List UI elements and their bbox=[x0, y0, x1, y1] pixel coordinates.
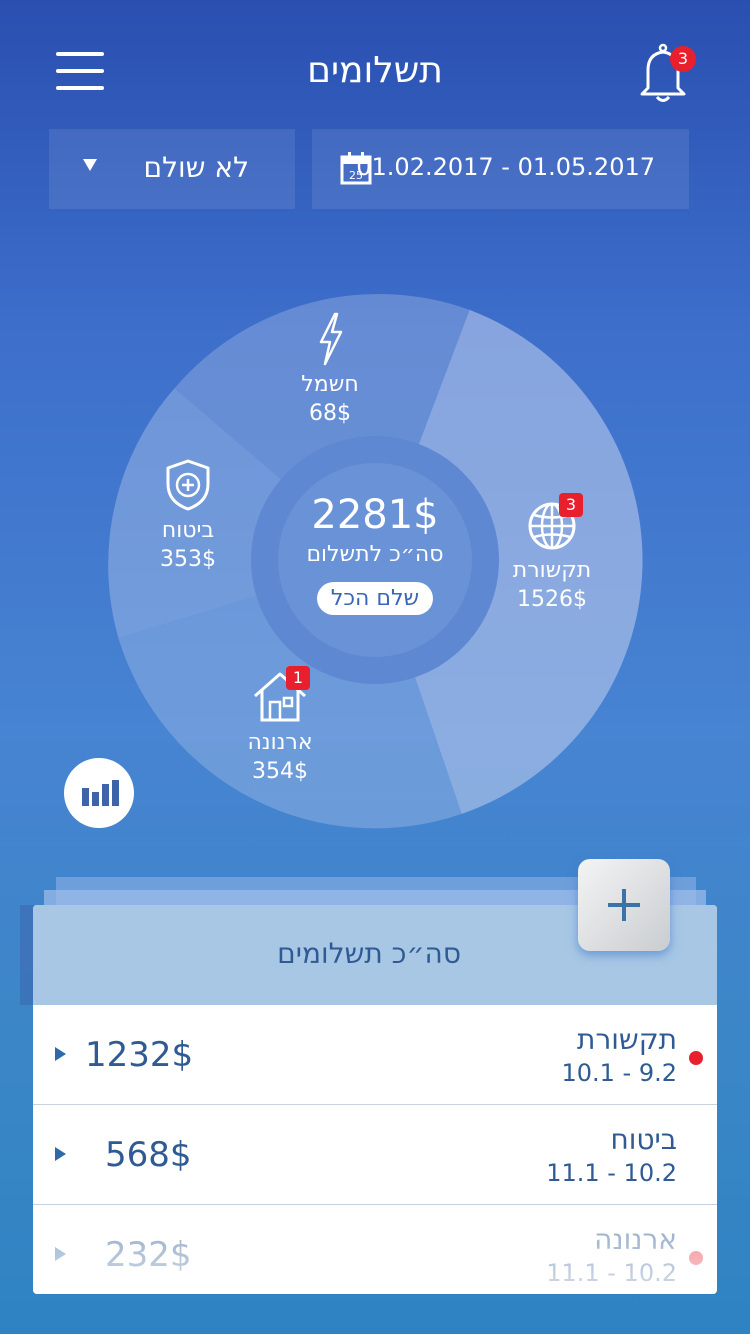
segment-label: ביטוח bbox=[161, 518, 215, 543]
donut-center-summary: 2281$ סה״כ לתשלום שלם הכל bbox=[252, 490, 498, 615]
total-label: סה״כ לתשלום bbox=[306, 542, 444, 567]
segment-label: תקשורת bbox=[512, 558, 592, 583]
status-filter-dropdown[interactable]: לא שולם bbox=[49, 129, 295, 209]
payment-amount: 1232$ bbox=[85, 1035, 194, 1075]
add-payment-button[interactable] bbox=[578, 859, 670, 951]
status-filter-value: לא שולם bbox=[143, 151, 250, 184]
bar-chart-button[interactable] bbox=[64, 758, 134, 828]
payment-amount: 232$ bbox=[105, 1235, 192, 1275]
payment-name: ארנונה bbox=[594, 1223, 677, 1256]
payment-row[interactable]: 232$ ארנונה 11.1 - 10.2 bbox=[33, 1205, 717, 1294]
property-tax-badge: 1 bbox=[286, 666, 310, 690]
payment-name: ביטוח bbox=[610, 1123, 677, 1156]
shield-plus-icon bbox=[166, 459, 210, 511]
segment-label: חשמל bbox=[301, 372, 359, 397]
segment-amount: 353$ bbox=[160, 547, 216, 572]
payment-range: 10.1 - 9.2 bbox=[561, 1059, 677, 1087]
payments-list-card: סה״כ תשלומים 1232$ תקשורת 10.1 - 9.2 568… bbox=[33, 905, 717, 1294]
payment-name: תקשורת bbox=[577, 1023, 677, 1056]
date-range-value: 01.02.2017 - 01.05.2017 bbox=[356, 153, 655, 181]
segment-insurance[interactable]: ביטוח 353$ bbox=[146, 458, 230, 574]
segment-label: ארנונה bbox=[247, 730, 313, 755]
date-range-picker[interactable]: 25 01.02.2017 - 01.05.2017 bbox=[312, 129, 689, 209]
communication-badge: 3 bbox=[559, 493, 583, 517]
plus-icon bbox=[622, 889, 626, 921]
chevron-right-icon bbox=[55, 1147, 66, 1161]
app-header: תשלומים 3 bbox=[0, 0, 750, 140]
bar-chart-icon bbox=[102, 784, 109, 806]
bar-chart-icon bbox=[82, 788, 89, 806]
segment-communication[interactable]: תקשורת 1526$ bbox=[510, 500, 594, 614]
segment-amount: 1526$ bbox=[517, 587, 587, 612]
unread-dot bbox=[689, 1051, 703, 1065]
chevron-right-icon bbox=[55, 1247, 66, 1261]
lightning-icon bbox=[319, 312, 343, 366]
segment-amount: 68$ bbox=[309, 401, 351, 426]
notification-badge: 3 bbox=[670, 46, 696, 72]
pay-all-button[interactable]: שלם הכל bbox=[316, 582, 434, 615]
segment-amount: 354$ bbox=[252, 759, 308, 784]
card-shadow bbox=[20, 905, 34, 1005]
bar-chart-icon bbox=[112, 780, 119, 806]
bar-chart-icon bbox=[92, 792, 99, 806]
card-title: סה״כ תשלומים bbox=[277, 937, 461, 970]
segment-electricity[interactable]: חשמל 68$ bbox=[270, 312, 390, 428]
chevron-down-icon bbox=[83, 159, 97, 171]
payment-range: 11.1 - 10.2 bbox=[546, 1259, 677, 1287]
total-amount: 2281$ bbox=[311, 492, 439, 538]
payment-row[interactable]: 568$ ביטוח 11.1 - 10.2 bbox=[33, 1105, 717, 1205]
payment-amount: 568$ bbox=[105, 1135, 192, 1175]
payment-row[interactable]: 1232$ תקשורת 10.1 - 9.2 bbox=[33, 1005, 717, 1105]
unread-dot bbox=[689, 1251, 703, 1265]
payment-range: 11.1 - 10.2 bbox=[546, 1159, 677, 1187]
chevron-right-icon bbox=[55, 1047, 66, 1061]
